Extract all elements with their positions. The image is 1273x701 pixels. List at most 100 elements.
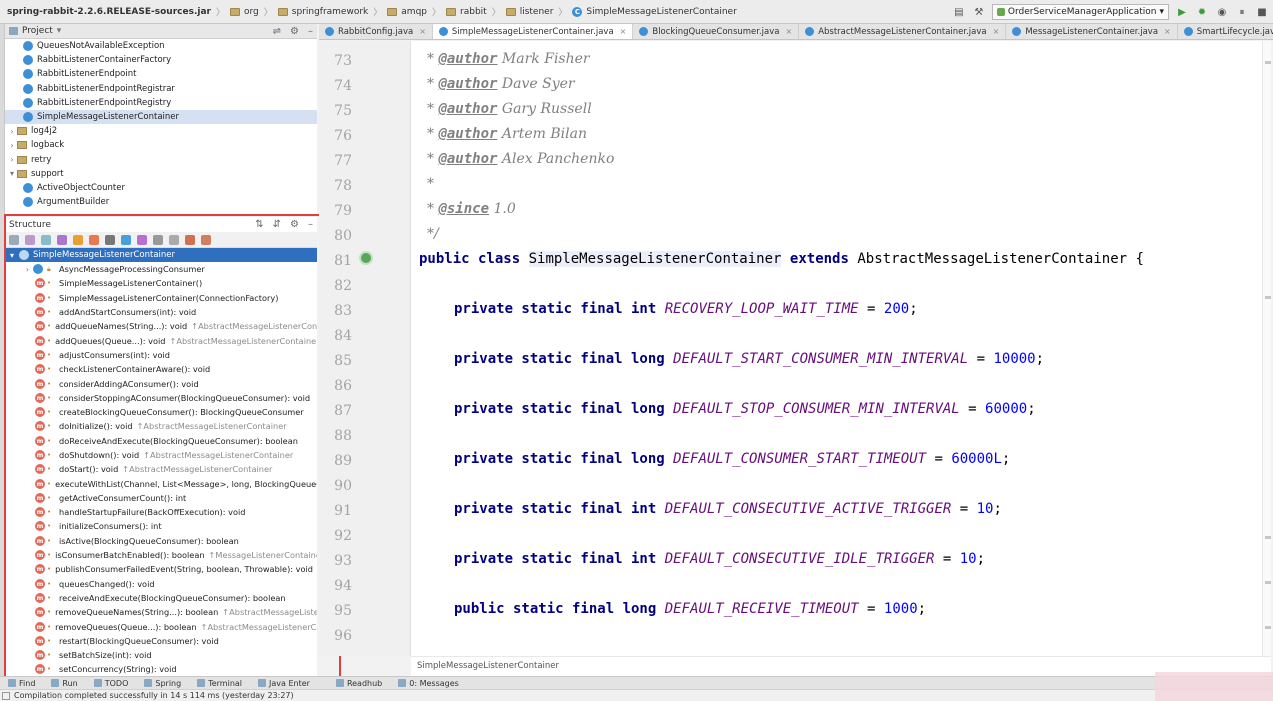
javadoc-star: * — [427, 76, 439, 92]
tool-window-button[interactable]: Terminal — [189, 679, 250, 688]
chevron-right-icon[interactable]: › — [7, 141, 17, 150]
project-tree-item[interactable]: ▾ support — [5, 167, 317, 181]
chevron-right-icon[interactable]: › — [7, 155, 17, 164]
chevron-right-icon[interactable]: › — [7, 127, 17, 136]
class-icon — [23, 83, 33, 94]
tool-window-button[interactable]: Readhub — [328, 679, 390, 688]
breadcrumb-item[interactable]: springframework — [275, 7, 372, 17]
semicolon: ; — [909, 301, 918, 317]
editor-tab-label: MessageListenerContainer.java — [1025, 26, 1159, 37]
close-icon[interactable]: × — [1164, 27, 1171, 36]
project-tree-item[interactable]: RabbitListenerContainerFactory — [5, 53, 317, 67]
editor-tab[interactable]: MessageListenerContainer.java × — [1006, 24, 1178, 39]
close-icon[interactable]: × — [620, 27, 627, 36]
build-hammer-icon[interactable]: ⚒ — [972, 5, 986, 19]
breadcrumb-item[interactable]: amqp — [384, 7, 430, 17]
javadoc-tag: @author — [438, 101, 498, 117]
tool-window-button[interactable]: Spring — [136, 679, 189, 688]
tool-window-button[interactable]: Java Enter — [250, 679, 318, 688]
breadcrumb-item[interactable]: spring-rabbit-2.2.6.RELEASE-sources.jar — [4, 7, 214, 17]
project-tree-item[interactable]: RabbitListenerEndpoint — [5, 67, 317, 81]
run-configuration-label: OrderServiceManagerApplication — [1007, 7, 1157, 17]
status-icon[interactable] — [2, 691, 10, 700]
close-icon[interactable]: × — [993, 27, 1000, 36]
tool-window-label: Java Enter — [269, 678, 310, 688]
line-number: 82 — [334, 278, 352, 294]
editor-tabs: RabbitConfig.java × SimpleMessageListenerC… — [319, 24, 1273, 40]
override-gutter-icon[interactable] — [359, 251, 373, 265]
breadcrumb-label: SimpleMessageListenerContainer — [586, 6, 737, 17]
tool-window-label: Terminal — [208, 678, 243, 688]
collapse-icon[interactable]: ⇌ — [273, 26, 281, 37]
tool-window-bar: Find Run TODO Spring Terminal Java Enter Readh… — [0, 676, 1273, 689]
line-number: 78 — [334, 178, 352, 194]
pause-icon[interactable]: ⏸ — [1235, 5, 1249, 19]
package-icon — [17, 141, 27, 150]
project-tree-item[interactable]: › logback — [5, 138, 317, 152]
close-icon[interactable]: × — [419, 27, 426, 36]
code-editor[interactable]: * @author Mark Fisher * @author Dave Syer… — [411, 41, 1271, 656]
editor-tab[interactable]: RabbitConfig.java × — [319, 24, 433, 39]
class-icon — [23, 182, 33, 193]
line-number: 96 — [334, 628, 352, 644]
project-tree-item[interactable]: ArgumentBuilder — [5, 195, 317, 209]
tool-window-label: Readhub — [346, 678, 383, 688]
tool-window-button[interactable]: 0: Messages — [390, 679, 467, 688]
breadcrumb-item[interactable]: org — [227, 7, 262, 17]
line-number: 84 — [334, 328, 352, 344]
project-tree-label: log4j2 — [31, 126, 58, 137]
assign: = — [926, 451, 952, 467]
close-icon[interactable]: × — [786, 27, 793, 36]
profile-icon[interactable]: ◉ — [1215, 5, 1229, 19]
project-tree-item[interactable]: › log4j2 — [5, 124, 317, 138]
javadoc-star: * — [427, 176, 434, 192]
breadcrumb-item[interactable]: C SimpleMessageListenerContainer — [569, 6, 739, 17]
field-modifiers: private static final int — [454, 301, 657, 317]
field-value: 1000 — [883, 601, 918, 617]
field-declaration-line: private static final int DEFAULT_CONSECU… — [454, 501, 1002, 517]
project-tree-item[interactable]: › retry — [5, 153, 317, 167]
gear-icon[interactable]: ⚙ — [290, 26, 299, 37]
editor-breadcrumb[interactable]: SimpleMessageListenerContainer — [411, 656, 1271, 676]
project-tree-item[interactable]: RabbitListenerEndpointRegistry — [5, 96, 317, 110]
breadcrumb-separator: 〉 — [215, 8, 225, 18]
semicolon: ; — [1035, 351, 1045, 367]
breadcrumb-item[interactable]: rabbit — [443, 7, 490, 17]
chevron-down-icon[interactable]: ▾ — [57, 26, 62, 36]
run-icon[interactable]: ▶ — [1175, 5, 1189, 19]
editor-tab[interactable]: SimpleMessageListenerContainer.java × — [432, 24, 634, 39]
breadcrumb-separator: 〉 — [432, 8, 442, 18]
minimize-icon[interactable]: – — [308, 26, 313, 37]
debug-icon[interactable]: ✹ — [1195, 5, 1209, 19]
line-number: 86 — [334, 378, 352, 394]
chevron-down-icon[interactable]: ▾ — [7, 169, 17, 178]
project-tree-item[interactable]: ActiveObjectCounter — [5, 181, 317, 195]
line-number: 95 — [334, 603, 352, 619]
editor-scrollbar[interactable] — [1262, 41, 1271, 656]
assign: = — [959, 401, 986, 417]
field-modifiers: private static final long — [454, 451, 665, 467]
project-tree: QueuesNotAvailableException RabbitListene… — [5, 39, 317, 209]
javadoc-end-line: */ — [427, 226, 439, 242]
project-structure-icon[interactable]: ▤ — [952, 5, 966, 19]
stop-icon[interactable]: ■ — [1255, 5, 1269, 19]
editor-tab[interactable]: AbstractMessageListenerContainer.java × — [799, 24, 1007, 39]
run-configuration-select[interactable]: OrderServiceManagerApplication ▾ — [991, 4, 1169, 20]
breadcrumb-item[interactable]: listener — [503, 7, 557, 17]
tool-window-button[interactable]: Find — [0, 679, 43, 688]
project-tree-item[interactable]: RabbitListenerEndpointRegistrar — [5, 82, 317, 96]
javadoc-author: Artem Bilan — [501, 126, 587, 142]
field-name: DEFAULT_STOP_CONSUMER_MIN_INTERVAL — [673, 401, 960, 417]
semicolon: ; — [1001, 451, 1011, 467]
project-tree-item[interactable]: QueuesNotAvailableException — [5, 39, 317, 53]
tool-window-button[interactable]: Run — [43, 679, 85, 688]
project-tree-item[interactable]: SimpleMessageListenerContainer — [5, 109, 317, 125]
field-declaration-line: private static final long DEFAULT_CONSUM… — [454, 451, 1010, 467]
tool-window-button[interactable]: TODO — [86, 679, 137, 688]
editor-tab[interactable]: SmartLifecycle.java× — [1178, 24, 1273, 39]
editor-tab[interactable]: BlockingQueueConsumer.java × — [633, 24, 800, 39]
status-text[interactable]: Compilation completed successfully in 14… — [14, 691, 294, 700]
field-declaration-line: private static final long DEFAULT_START_… — [454, 351, 1044, 367]
project-panel-title[interactable]: Project — [22, 26, 53, 36]
